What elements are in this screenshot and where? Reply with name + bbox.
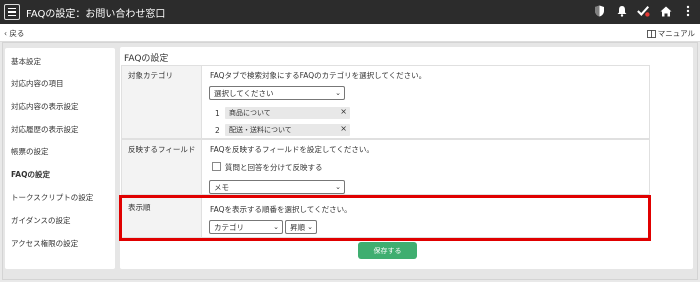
manual-link[interactable]: マニュアル: [646, 28, 695, 39]
sidebar-item-talk-script[interactable]: トークスクリプトの設定: [11, 192, 93, 203]
page-title: FAQの設定：お問い合わせ窓口: [26, 8, 166, 20]
category-tag: 配送・送料について ×: [225, 124, 350, 136]
row-target-category: 対象カテゴリ FAQタブで検索対象にするFAQのカテゴリを選択してください。 選…: [121, 65, 650, 139]
book-icon: [646, 29, 656, 38]
sidebar-item-guidance[interactable]: ガイダンスの設定: [11, 215, 71, 226]
sub-toolbar: ‹ 戻る マニュアル: [0, 24, 700, 42]
tag-number: 2: [215, 126, 220, 135]
category-tag: 商品について ×: [225, 107, 350, 119]
menu-icon[interactable]: [4, 4, 20, 20]
sidebar-item-forms[interactable]: 帳票の設定: [11, 146, 49, 157]
label-cell: 対象カテゴリ: [122, 66, 202, 138]
sidebar-item-history-display[interactable]: 対応履歴の表示設定: [11, 124, 79, 135]
shield-icon[interactable]: [593, 4, 606, 18]
back-link[interactable]: ‹ 戻る: [4, 28, 24, 39]
row-reflect-field: 反映するフィールド FAQを反映するフィールドを設定してください。 質問と回答を…: [121, 139, 650, 195]
tag-number: 1: [215, 109, 220, 118]
section-title: FAQの設定: [124, 54, 169, 64]
sidebar-item-response-fields[interactable]: 対応内容の項目: [11, 78, 64, 89]
sidebar-item-basic[interactable]: 基本設定: [11, 56, 41, 67]
tag-label: 配送・送料について: [229, 126, 292, 134]
sidebar-item-access[interactable]: アクセス権限の設定: [11, 238, 78, 249]
chevron-down-icon: ⌄: [335, 89, 341, 97]
label-cell: 反映するフィールド: [122, 140, 202, 194]
manual-label: マニュアル: [657, 29, 695, 38]
bell-icon[interactable]: [615, 4, 628, 18]
sidebar-item-response-display[interactable]: 対応内容の表示設定: [11, 101, 79, 112]
select-value: メモ: [214, 182, 229, 192]
back-label: 戻る: [9, 29, 25, 38]
header-icons: [593, 4, 694, 18]
chevron-left-icon: ‹: [4, 29, 7, 38]
check-icon[interactable]: [637, 4, 650, 18]
checkbox-label: 質問と回答を分けて反映する: [225, 163, 323, 172]
chevron-down-icon: ⌄: [335, 183, 341, 191]
more-icon[interactable]: [681, 4, 694, 18]
row-description: FAQタブで検索対象にするFAQのカテゴリを選択してください。: [210, 71, 427, 80]
sidebar-item-faq[interactable]: FAQの設定: [11, 169, 50, 180]
close-icon[interactable]: ×: [340, 124, 347, 133]
save-button[interactable]: 保存する: [358, 242, 417, 259]
highlight-frame: [119, 195, 651, 241]
split-qa-checkbox[interactable]: [212, 162, 221, 171]
settings-sidebar: 基本設定 対応内容の項目 対応内容の表示設定 対応履歴の表示設定 帳票の設定 F…: [5, 48, 115, 269]
row-label: 反映するフィールド: [128, 145, 196, 154]
row-label: 対象カテゴリ: [128, 71, 173, 80]
tag-label: 商品について: [229, 109, 271, 117]
field-select[interactable]: メモ ⌄: [209, 180, 345, 194]
home-icon[interactable]: [659, 4, 672, 18]
category-select[interactable]: 選択してください ⌄: [209, 86, 345, 100]
close-icon[interactable]: ×: [340, 107, 347, 116]
row-description: FAQを反映するフィールドを設定してください。: [210, 145, 374, 154]
app-header: FAQの設定：お問い合わせ窓口: [0, 0, 700, 24]
select-value: 選択してください: [214, 88, 274, 98]
